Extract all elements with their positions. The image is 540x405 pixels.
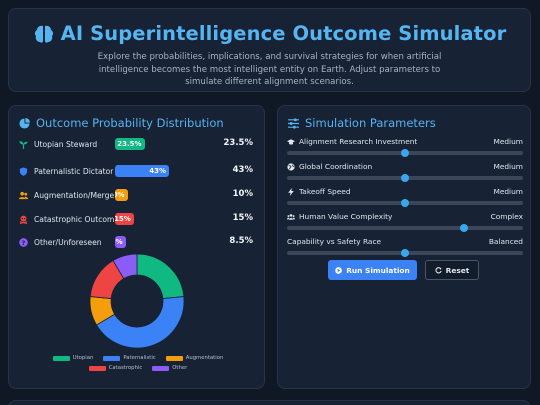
run-simulation-button[interactable]: Run Simulation — [328, 260, 417, 280]
rotate-icon — [435, 266, 442, 273]
param-human-value-complexity: Human Value Complexity Complex — [287, 212, 523, 234]
param-value: Medium — [493, 162, 523, 171]
page-subtitle: Explore the probabilities, implications,… — [97, 52, 442, 87]
outcome-row-catastrophic: Catastrophic Outcomes 15% 15% — [19, 212, 257, 226]
legend-label: Catastrophic — [108, 365, 143, 371]
seedling-icon — [19, 140, 28, 149]
legend-label: Augmentation — [185, 355, 224, 361]
legend-item-other: Other — [152, 365, 187, 371]
alignment-research-slider[interactable] — [287, 148, 523, 157]
outcome-label: Paternalistic Dictator — [34, 166, 114, 176]
outcome-percentage: 10% — [232, 189, 253, 199]
bottom-card — [8, 400, 531, 405]
skull-icon — [19, 215, 28, 224]
svg-text:?: ? — [22, 239, 26, 246]
outcome-bar-track: 10% — [115, 189, 231, 201]
outcome-donut-chart — [89, 253, 185, 349]
outcome-bar: 10% — [115, 189, 128, 201]
outcome-label: Other/Unforeseen — [34, 237, 102, 247]
question-icon: ? — [19, 237, 28, 246]
legend-swatch — [103, 355, 121, 361]
param-value: Balanced — [488, 237, 523, 246]
run-simulation-label: Run Simulation — [346, 265, 410, 275]
legend-label: Paternalistic — [123, 355, 156, 361]
outcome-bar-track: 23.5% — [115, 138, 231, 150]
chart-legend: Utopian Paternalistic Augmentation Catastro… — [23, 355, 253, 371]
parameters-panel-heading: Simulation Parameters — [305, 116, 436, 130]
outcome-label: Catastrophic Outcomes — [34, 214, 124, 224]
reset-label: Reset — [445, 265, 470, 275]
parameters-panel-title: Simulation Parameters — [288, 116, 436, 130]
param-label: Capability vs Safety Race — [287, 237, 382, 246]
param-value: Complex — [490, 212, 523, 221]
slider-thumb[interactable] — [401, 198, 409, 207]
legend-swatch — [52, 355, 70, 361]
outcome-bar: 15% — [115, 213, 134, 225]
outcome-label: Augmentation/Merge — [34, 190, 115, 200]
takeoff-speed-slider[interactable] — [287, 198, 523, 207]
outcome-bar-track: 43% — [115, 165, 231, 177]
outcome-panel: Outcome Probability Distribution Utopian… — [8, 105, 265, 389]
slider-thumb[interactable] — [401, 248, 409, 257]
legend-label: Utopian — [72, 355, 94, 361]
outcome-row-utopian: Utopian Steward 23.5% 23.5% — [19, 137, 257, 151]
outcome-bar: 43% — [115, 165, 169, 177]
outcome-row-other: ? Other/Unforeseen 8.5% 8.5% — [19, 235, 257, 249]
page-title: AI Superintelligence Outcome Simulator — [60, 22, 507, 45]
outcome-bar: 8.5% — [115, 236, 126, 248]
legend-item-utopian: Utopian — [52, 355, 94, 361]
slider-thumb[interactable] — [401, 173, 409, 182]
slider-thumb[interactable] — [401, 148, 409, 157]
legend-swatch — [165, 355, 183, 361]
global-coordination-slider[interactable] — [287, 173, 523, 182]
param-global-coordination: Global Coordination Medium — [287, 162, 523, 184]
globe-icon — [287, 162, 295, 171]
donut-slice-utopian — [136, 253, 185, 299]
param-value: Medium — [493, 137, 523, 146]
outcome-bar: 23.5% — [115, 138, 145, 150]
shield-icon — [19, 166, 28, 176]
outcome-row-augmentation: Augmentation/Merge 10% 10% — [19, 188, 257, 202]
param-label: Global Coordination — [299, 162, 373, 171]
users-icon — [19, 191, 28, 199]
slider-thumb[interactable] — [460, 223, 468, 232]
parameters-panel: Simulation Parameters Alignment Research… — [277, 105, 531, 389]
legend-swatch — [88, 365, 106, 371]
legend-item-paternalistic: Paternalistic — [103, 355, 156, 361]
param-label: Takeoff Speed — [299, 187, 351, 196]
param-value: Medium — [493, 187, 523, 196]
legend-swatch — [152, 365, 170, 371]
capability-safety-race-slider[interactable] — [287, 248, 523, 257]
people-icon — [287, 213, 295, 220]
legend-item-augmentation: Augmentation — [165, 355, 224, 361]
play-circle-icon — [335, 266, 343, 274]
bolt-icon — [288, 187, 294, 196]
param-takeoff-speed: Takeoff Speed Medium — [287, 187, 523, 209]
outcome-panel-heading: Outcome Probability Distribution — [36, 116, 224, 130]
outcome-bar-track: 15% — [115, 213, 231, 225]
brain-icon — [34, 25, 53, 43]
param-capability-safety-race: Capability vs Safety Race Balanced — [287, 237, 523, 259]
human-value-complexity-slider[interactable] — [287, 223, 523, 232]
outcome-percentage: 43% — [232, 165, 253, 175]
outcome-percentage: 8.5% — [229, 236, 253, 246]
title-row: AI Superintelligence Outcome Simulator — [9, 22, 530, 45]
outcome-bar-track: 8.5% — [115, 236, 231, 248]
pie-chart-icon — [19, 117, 30, 129]
outcome-row-paternalistic: Paternalistic Dictator 43% 43% — [19, 164, 257, 178]
outcome-percentage: 23.5% — [223, 138, 254, 148]
outcome-label: Utopian Steward — [34, 139, 98, 149]
param-label: Human Value Complexity — [299, 212, 393, 221]
legend-label: Other — [172, 365, 188, 371]
graduation-cap-icon — [287, 138, 295, 145]
param-label: Alignment Research Investment — [299, 137, 418, 146]
outcome-panel-title: Outcome Probability Distribution — [19, 116, 224, 130]
outcome-percentage: 15% — [232, 213, 253, 223]
param-alignment-research: Alignment Research Investment Medium — [287, 137, 523, 159]
reset-button[interactable]: Reset — [425, 260, 479, 280]
legend-item-catastrophic: Catastrophic — [88, 365, 143, 371]
header-card: AI Superintelligence Outcome Simulator E… — [8, 8, 531, 92]
sliders-icon — [288, 117, 299, 129]
